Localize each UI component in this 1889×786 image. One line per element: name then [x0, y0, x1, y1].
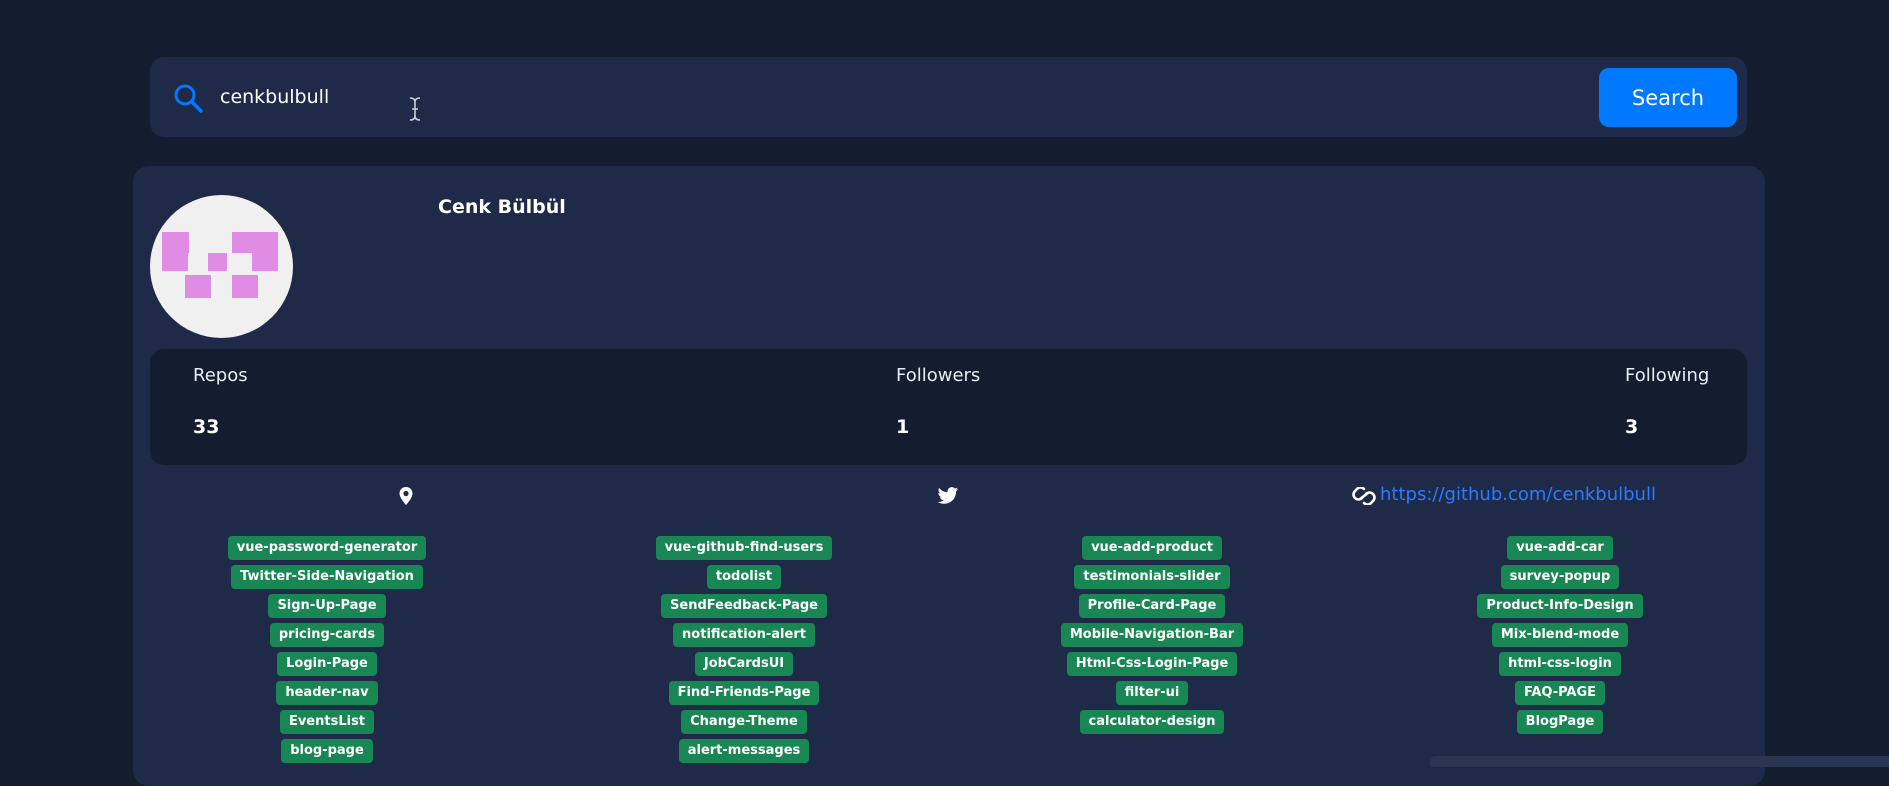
stat-label: Repos — [193, 365, 248, 386]
repo-tag[interactable]: header-nav — [276, 681, 378, 705]
stat-value: 3 — [1625, 416, 1639, 438]
repo-tag[interactable]: filter-ui — [1115, 681, 1189, 705]
repo-tag[interactable]: blog-page — [281, 739, 373, 763]
repo-tag[interactable]: html-css-login — [1499, 652, 1621, 676]
repo-tag[interactable]: alert-messages — [678, 739, 810, 763]
repo-tag[interactable]: calculator-design — [1079, 710, 1225, 734]
repo-tag[interactable]: survey-popup — [1500, 565, 1620, 589]
repo-tag[interactable]: BlogPage — [1516, 710, 1604, 734]
repo-tag[interactable]: Mobile-Navigation-Bar — [1060, 623, 1244, 647]
repo-tag[interactable]: todolist — [706, 565, 782, 589]
repo-tag[interactable]: Html-Css-Login-Page — [1066, 652, 1238, 676]
repo-tag[interactable]: notification-alert — [673, 623, 815, 647]
repo-tag[interactable]: FAQ-PAGE — [1514, 681, 1606, 705]
stat-label: Followers — [896, 365, 981, 386]
twitter-icon[interactable] — [937, 486, 959, 506]
repo-tag[interactable]: testimonials-slider — [1074, 565, 1230, 589]
repo-tag[interactable]: JobCardsUI — [694, 652, 794, 676]
repo-tag[interactable]: vue-add-product — [1082, 536, 1222, 560]
text-cursor-icon — [409, 97, 421, 121]
repo-tag[interactable]: vue-password-generator — [227, 536, 427, 560]
location-pin-icon — [399, 487, 413, 505]
avatar — [150, 195, 293, 338]
links-row: https://github.com/cenkbulbull — [133, 484, 1765, 514]
profile-card: Cenk Bülbül Repos 33 Followers 1 Followi… — [133, 166, 1765, 786]
repo-tag[interactable]: SendFeedback-Page — [661, 594, 827, 618]
repo-tag[interactable]: Change-Theme — [681, 710, 807, 734]
identicon-image — [162, 232, 278, 298]
repo-tag[interactable]: EventsList — [279, 710, 375, 734]
stat-value: 1 — [896, 416, 910, 438]
repo-column: vue-github-find-users todolist SendFeedb… — [594, 536, 894, 763]
stat-value: 33 — [193, 416, 220, 438]
repo-tag[interactable]: vue-add-car — [1507, 536, 1613, 560]
stat-label: Following — [1625, 365, 1710, 386]
blog-link[interactable]: https://github.com/cenkbulbull — [1380, 484, 1656, 505]
repo-column: vue-add-car survey-popup Product-Info-De… — [1410, 536, 1710, 734]
repo-tag[interactable]: vue-github-find-users — [655, 536, 833, 560]
user-name: Cenk Bülbül — [438, 196, 566, 218]
search-icon — [174, 84, 203, 113]
repo-tag[interactable]: Login-Page — [277, 652, 377, 676]
search-bar: Search — [150, 57, 1747, 137]
repo-tag[interactable]: pricing-cards — [269, 623, 385, 647]
repo-column: vue-add-product testimonials-slider Prof… — [1002, 536, 1302, 734]
overlay-panel-edge — [1430, 756, 1889, 767]
search-button[interactable]: Search — [1599, 68, 1737, 127]
repo-tag[interactable]: Product-Info-Design — [1477, 594, 1643, 618]
search-input[interactable] — [220, 77, 1420, 117]
repo-tag[interactable]: Sign-Up-Page — [268, 594, 386, 618]
repo-tag[interactable]: Twitter-Side-Navigation — [231, 565, 423, 589]
repo-column: vue-password-generator Twitter-Side-Navi… — [177, 536, 477, 763]
repo-tag[interactable]: Mix-blend-mode — [1491, 623, 1629, 647]
repo-tag[interactable]: Find-Friends-Page — [668, 681, 820, 705]
stats-panel: Repos 33 Followers 1 Following 3 — [150, 349, 1747, 465]
repo-tag[interactable]: Profile-Card-Page — [1078, 594, 1226, 618]
link-icon — [1352, 487, 1376, 505]
